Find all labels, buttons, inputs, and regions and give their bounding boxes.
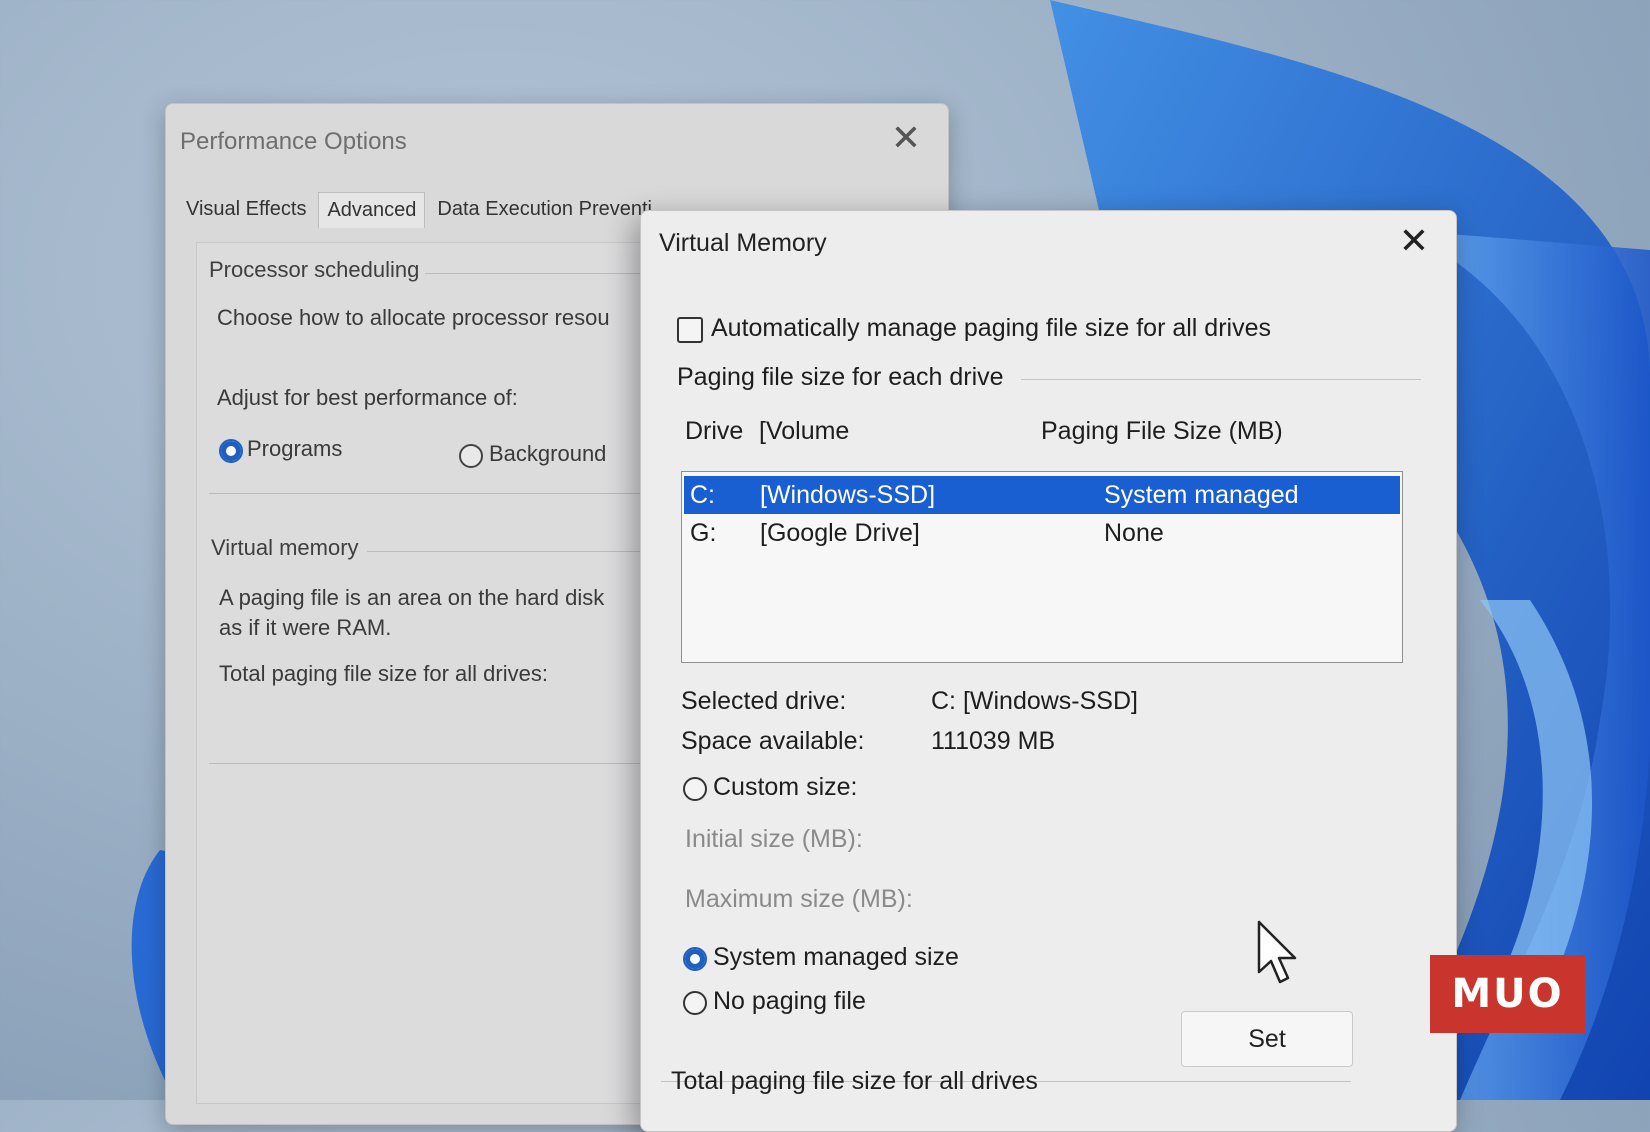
- close-icon[interactable]: ✕: [1394, 221, 1434, 261]
- close-icon[interactable]: ✕: [886, 118, 926, 158]
- total-paging-label: Total paging file size for all drives: [671, 1067, 1038, 1095]
- programs-radio[interactable]: [219, 439, 243, 463]
- paging-group-heading: Paging file size for each drive: [677, 363, 1004, 391]
- dialog-title: Virtual Memory: [659, 229, 827, 257]
- drive-letter: C:: [690, 481, 715, 509]
- drive-list[interactable]: C: [Windows-SSD] System managed G: [Goog…: [681, 471, 1403, 663]
- selected-drive-label: Selected drive:: [681, 687, 847, 715]
- group-divider: [1021, 379, 1421, 380]
- tab-bar: Visual Effects Advanced Data Execution P…: [178, 192, 660, 228]
- initial-size-label: Initial size (MB):: [685, 825, 863, 853]
- set-button[interactable]: Set: [1181, 1011, 1353, 1067]
- auto-manage-checkbox[interactable]: [677, 317, 703, 343]
- processor-description: Choose how to allocate processor resou: [217, 305, 610, 330]
- processor-scheduling-heading: Processor scheduling: [209, 257, 420, 282]
- total-paging-label: Total paging file size for all drives:: [219, 661, 548, 686]
- custom-size-radio[interactable]: [683, 777, 707, 801]
- drive-volume: [Windows-SSD]: [760, 481, 936, 509]
- programs-label: Programs: [247, 436, 343, 461]
- tab-data-execution-prevention[interactable]: Data Execution Preventi: [429, 192, 660, 228]
- space-available-value: 111039 MB: [931, 727, 1056, 755]
- virtual-memory-heading: Virtual memory: [211, 535, 359, 560]
- space-available-label: Space available:: [681, 727, 865, 755]
- virtual-memory-dialog: Virtual Memory ✕ Automatically manage pa…: [640, 210, 1457, 1132]
- no-paging-radio[interactable]: [683, 991, 707, 1015]
- drive-paging-size: System managed: [1104, 481, 1299, 509]
- drive-volume: [Google Drive]: [760, 519, 920, 547]
- tab-advanced[interactable]: Advanced: [318, 192, 426, 228]
- virtual-memory-description: A paging file is an area on the hard dis…: [219, 585, 605, 610]
- auto-manage-label: Automatically manage paging file size fo…: [711, 314, 1271, 342]
- column-drive: Drive: [685, 417, 744, 445]
- maximum-size-label: Maximum size (MB):: [685, 885, 913, 913]
- drive-row-g[interactable]: G: [Google Drive] None: [684, 514, 1400, 552]
- window-title: Performance Options: [180, 128, 407, 155]
- mouse-pointer-icon: [1257, 920, 1297, 984]
- selected-drive-value: C: [Windows-SSD]: [931, 687, 1138, 715]
- system-managed-radio[interactable]: [683, 947, 707, 971]
- background-radio[interactable]: [459, 444, 483, 468]
- muo-logo: MUO: [1430, 955, 1585, 1033]
- drive-paging-size: None: [1104, 519, 1164, 547]
- system-managed-label: System managed size: [713, 943, 959, 971]
- virtual-memory-description-2: as if it were RAM.: [219, 615, 392, 640]
- column-volume: [Volume: [759, 417, 850, 445]
- no-paging-label: No paging file: [713, 987, 866, 1015]
- custom-size-label: Custom size:: [713, 773, 858, 801]
- background-label: Background: [489, 441, 607, 466]
- adjust-label: Adjust for best performance of:: [217, 385, 518, 410]
- column-paging-size: Paging File Size (MB): [1041, 417, 1283, 445]
- drive-row-c[interactable]: C: [Windows-SSD] System managed: [684, 476, 1400, 514]
- drive-letter: G:: [690, 519, 717, 547]
- tab-visual-effects[interactable]: Visual Effects: [178, 192, 314, 228]
